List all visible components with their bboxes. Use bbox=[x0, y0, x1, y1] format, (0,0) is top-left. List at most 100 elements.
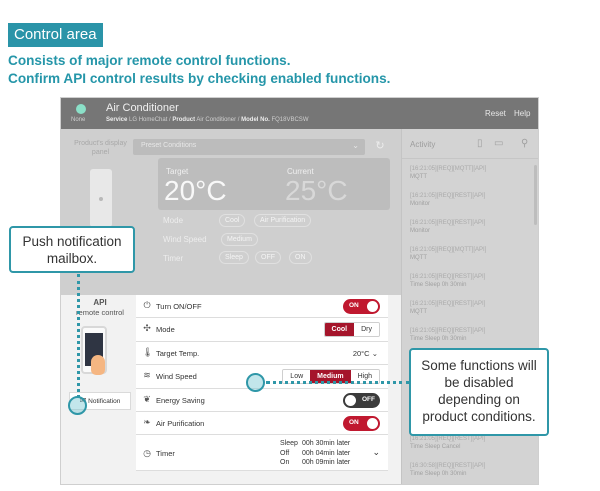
mode-option-dry[interactable]: Dry bbox=[354, 323, 379, 337]
notification-label: Notification bbox=[88, 398, 121, 405]
target-temp-dropdown[interactable]: 20°C ⌄ bbox=[353, 349, 378, 358]
display-timer-off: OFF bbox=[255, 251, 281, 264]
power-toggle-state: ON bbox=[349, 302, 359, 309]
chevron-down-icon[interactable]: ⌄ bbox=[372, 447, 380, 458]
activity-item-meta: [16:21:05][REQ][MQTT][API] bbox=[410, 166, 487, 172]
display-wind-value: Medium bbox=[221, 233, 258, 246]
activity-item: [16:21:05][REQ][REST][API] MQTT bbox=[410, 300, 528, 327]
api-title: API bbox=[93, 298, 107, 307]
leaf-icon: ❦ bbox=[143, 393, 151, 404]
activity-item-text: MQTT bbox=[410, 255, 427, 261]
mode-segment: Cool Dry bbox=[323, 322, 380, 338]
activity-item-text: Time Sleep 0h 30min bbox=[410, 282, 467, 288]
timer-key: Sleep bbox=[280, 440, 298, 448]
app-title: Air Conditioner bbox=[106, 102, 179, 114]
activity-item-text: Time Sleep Cancel bbox=[410, 444, 461, 450]
target-temp-label: Target Temp. bbox=[156, 348, 200, 358]
finger-image bbox=[91, 355, 105, 375]
folder-icon[interactable]: ▭ bbox=[494, 138, 503, 149]
energy-toggle-knob bbox=[345, 394, 356, 406]
air-purification-toggle[interactable]: ON bbox=[343, 415, 380, 431]
power-icon: ⏻ bbox=[143, 300, 151, 310]
activity-item: [16:21:05][REQ][REST][API] Monitor bbox=[410, 192, 528, 219]
crumb-product: Air Conditioner bbox=[196, 117, 237, 123]
row-mode: ✣ Mode Cool Dry bbox=[136, 318, 388, 342]
activity-item-text: Monitor bbox=[410, 201, 431, 207]
activity-item: [16:21:05][REQ][REST][API] Time Sleep 0h … bbox=[410, 273, 528, 300]
display-mode-label: Mode bbox=[163, 216, 184, 225]
reset-link[interactable]: Reset bbox=[485, 109, 506, 118]
activity-item: [16:21:05][REQ][REST][API] Time Sleep Can… bbox=[410, 435, 528, 462]
crumb-model: FQ18VBCSW bbox=[271, 117, 309, 123]
activity-item-meta: [16:21:05][REQ][REST][API] bbox=[410, 220, 486, 226]
activity-item-text: Time Sleep 0h 30min bbox=[410, 336, 467, 342]
wind-icon: ≋ bbox=[143, 370, 151, 381]
timer-line-on: On 00h 09min later bbox=[280, 458, 366, 468]
callout-line-disabled bbox=[266, 381, 410, 384]
wind-speed-label: Wind Speed bbox=[156, 372, 197, 382]
row-timer: ◷ Timer Sleep 00h 30min later Off 00h 04mi… bbox=[136, 435, 388, 472]
status-label: None bbox=[71, 117, 86, 123]
display-wind-label: Wind Speed bbox=[163, 235, 207, 244]
power-toggle-knob bbox=[367, 301, 378, 312]
row-turn-on-off: ⏻ Turn ON/OFF ON bbox=[136, 295, 388, 319]
chevron-down-icon: ⌄ bbox=[371, 348, 378, 358]
energy-saving-toggle[interactable]: OFF bbox=[343, 392, 380, 408]
preset-dropdown[interactable]: Preset Conditions ⌄ bbox=[133, 139, 365, 155]
timer-key: Off bbox=[280, 449, 290, 457]
activity-list: [16:21:05][REQ][MQTT][API] MQTT [16:21:05]… bbox=[410, 165, 528, 484]
mode-label: Mode bbox=[156, 325, 175, 335]
activity-item-text: Monitor bbox=[410, 228, 431, 234]
activity-item: [16:21:05][REQ][MQTT][API] MQTT bbox=[410, 246, 528, 273]
crumb-model-key: Model No. bbox=[241, 117, 270, 123]
activity-item-text: Time Sleep 0h 30min bbox=[410, 471, 467, 477]
breadcrumb: Service LG HomeChat / Product Air Condit… bbox=[106, 117, 309, 123]
target-temp-value: 20°C bbox=[352, 348, 370, 358]
timer-line-off: Off 00h 04min later bbox=[280, 449, 366, 459]
mode-option-cool[interactable]: Cool bbox=[324, 323, 355, 337]
document-icon[interactable]: ▯ bbox=[477, 138, 483, 149]
activity-item-text: MQTT bbox=[410, 174, 427, 180]
status-indicator bbox=[76, 104, 86, 114]
callout-marker-notification bbox=[68, 396, 87, 415]
section-tag: Control area bbox=[8, 23, 103, 47]
crumb-service-key: Service bbox=[106, 117, 128, 123]
help-link[interactable]: Help bbox=[514, 109, 530, 118]
activity-title: Activity bbox=[410, 140, 436, 149]
intro-text: Consists of major remote control functio… bbox=[8, 52, 390, 88]
activity-item-meta: [16:21:05][REQ][REST][API] bbox=[410, 436, 486, 442]
timer-values: Sleep 00h 30min later Off 00h 04min later … bbox=[280, 439, 366, 468]
activity-header: Activity ▯ ▭ ⚲ bbox=[402, 129, 538, 159]
timer-label: Timer bbox=[156, 449, 175, 459]
purifier-icon: ❧ bbox=[143, 416, 151, 427]
activity-item-meta: [16:21:05][REQ][REST][API] bbox=[410, 328, 486, 334]
mode-icon: ✣ bbox=[143, 323, 151, 334]
callout-disabled: Some functions will be disabled dependin… bbox=[409, 348, 549, 436]
display-timer-on: ON bbox=[289, 251, 312, 264]
top-bar: None Air Conditioner Service LG HomeChat… bbox=[61, 98, 538, 129]
purify-toggle-knob bbox=[367, 417, 378, 429]
timer-line-sleep: Sleep 00h 30min later bbox=[280, 439, 366, 449]
search-icon[interactable]: ⚲ bbox=[521, 138, 528, 149]
row-target-temp: 🌡︎ Target Temp. 20°C ⌄ bbox=[136, 341, 388, 366]
device-image bbox=[90, 169, 112, 227]
air-purification-label: Air Purification bbox=[156, 418, 205, 428]
activity-item-meta: [16:21:05][REQ][MQTT][API] bbox=[410, 247, 487, 253]
current-value: 25°C bbox=[285, 175, 348, 206]
purify-toggle-state: ON bbox=[349, 418, 359, 426]
timer-value: 00h 04min later bbox=[302, 449, 351, 457]
intro-line-1: Consists of major remote control functio… bbox=[8, 53, 291, 68]
target-value: 20°C bbox=[164, 175, 227, 206]
turn-on-off-label: Turn ON/OFF bbox=[156, 302, 202, 311]
energy-saving-label: Energy Saving bbox=[156, 395, 205, 405]
activity-item-text: MQTT bbox=[410, 309, 427, 315]
callout-notification: Push notification mailbox. bbox=[9, 226, 135, 273]
activity-item-meta: [16:21:05][REQ][REST][API] bbox=[410, 301, 486, 307]
row-air-purification: ❧ Air Purification ON bbox=[136, 411, 388, 436]
thermometer-icon: 🌡︎ bbox=[142, 346, 154, 357]
activity-item-meta: [16:21:05][REQ][REST][API] bbox=[410, 274, 486, 280]
activity-scrollbar[interactable] bbox=[534, 165, 537, 225]
refresh-icon[interactable]: ↻ bbox=[373, 139, 387, 153]
callout-marker-wind bbox=[246, 373, 265, 392]
power-toggle[interactable]: ON bbox=[343, 299, 380, 314]
